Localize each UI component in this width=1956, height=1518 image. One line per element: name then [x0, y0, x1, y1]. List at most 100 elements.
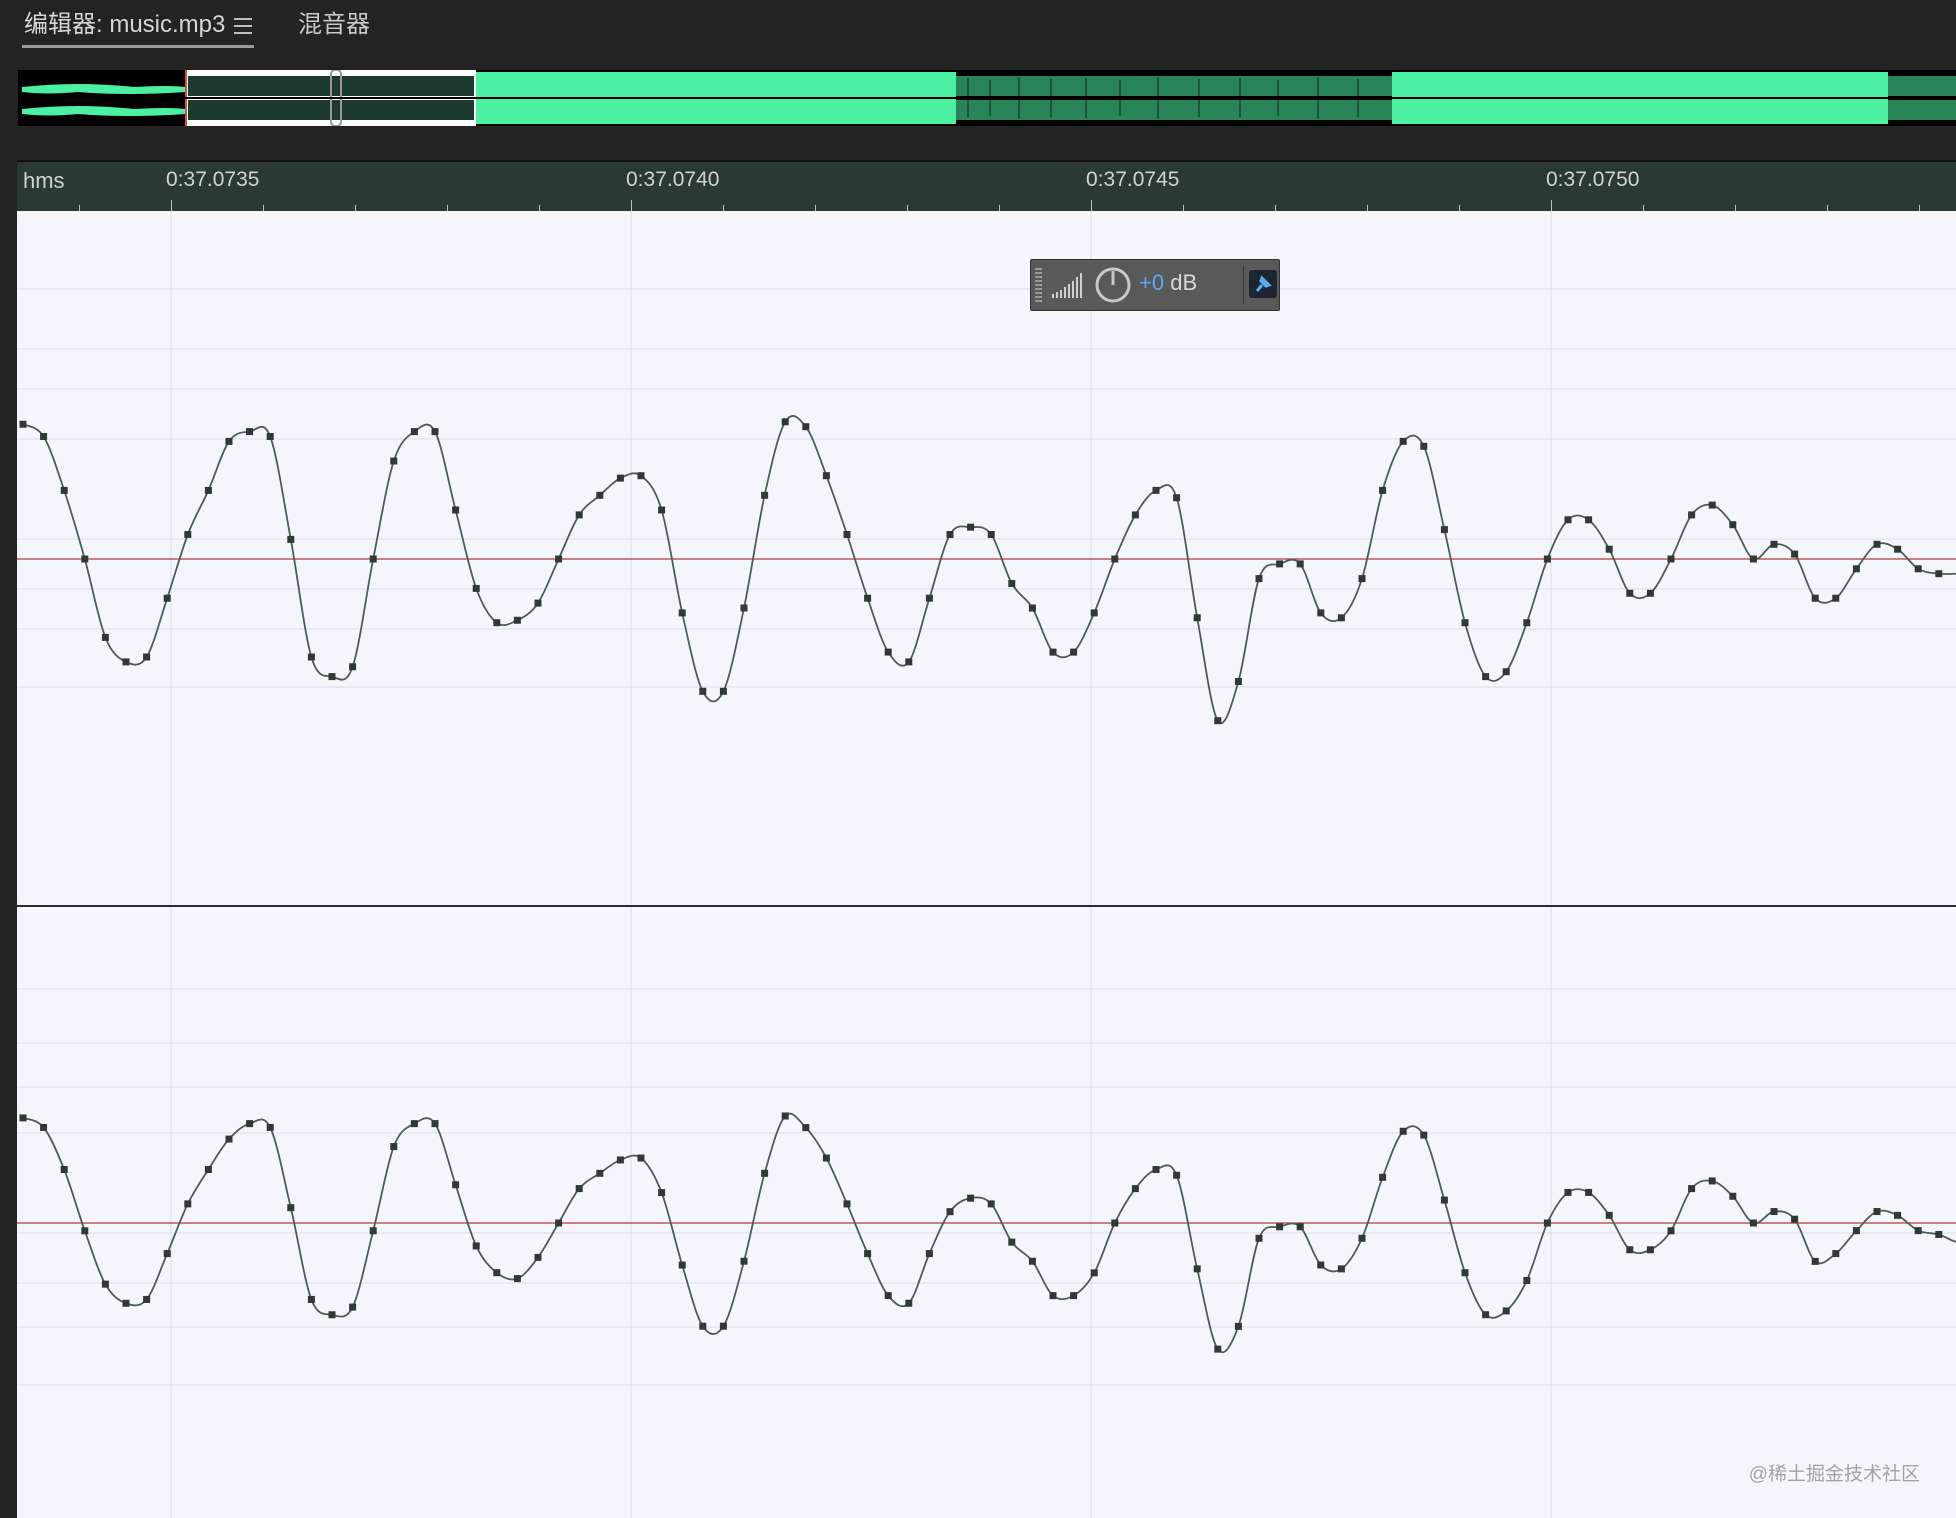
sample-point[interactable] [1214, 717, 1222, 725]
sample-point[interactable] [1605, 545, 1613, 553]
sample-point[interactable] [1791, 550, 1799, 558]
tab-mixer[interactable]: 混音器 [298, 8, 370, 42]
sample-point[interactable] [328, 673, 336, 681]
sample-point[interactable] [349, 1303, 357, 1311]
sample-point[interactable] [1214, 1345, 1222, 1353]
sample-point[interactable] [1111, 1219, 1119, 1227]
sample-point[interactable] [1914, 1227, 1922, 1235]
sample-point[interactable] [184, 1200, 192, 1208]
sample-point[interactable] [1749, 555, 1757, 563]
sample-point[interactable] [1852, 1227, 1860, 1235]
sample-point[interactable] [637, 472, 645, 480]
sample-point[interactable] [101, 633, 109, 641]
sample-point[interactable] [637, 1154, 645, 1162]
sample-point[interactable] [987, 531, 995, 538]
sample-point[interactable] [946, 531, 954, 538]
sample-point[interactable] [740, 1257, 748, 1265]
sample-point[interactable] [1379, 486, 1387, 494]
sample-point[interactable] [534, 599, 542, 607]
sample-point[interactable] [761, 491, 769, 499]
sample-point[interactable] [1873, 540, 1881, 548]
sample-point[interactable] [1131, 511, 1139, 519]
sample-point[interactable] [266, 1123, 274, 1131]
sample-point[interactable] [81, 1227, 89, 1235]
sample-point[interactable] [905, 1299, 913, 1307]
sample-point[interactable] [1440, 526, 1448, 534]
sample-point[interactable] [761, 1169, 769, 1177]
sample-point[interactable] [864, 594, 872, 602]
sample-point[interactable] [1296, 1223, 1304, 1231]
sample-point[interactable] [19, 1114, 27, 1122]
sample-point[interactable] [1894, 1211, 1902, 1219]
sample-point[interactable] [1564, 1188, 1572, 1196]
sample-point[interactable] [884, 1292, 892, 1300]
sample-point[interactable] [1152, 1165, 1160, 1173]
sample-point[interactable] [1379, 1173, 1387, 1181]
sample-point[interactable] [781, 1112, 789, 1120]
pin-hud-button[interactable] [1249, 270, 1277, 298]
sample-point[interactable] [1090, 1269, 1098, 1277]
sample-point[interactable] [19, 420, 27, 428]
sample-point[interactable] [719, 1322, 727, 1330]
sample-point[interactable] [822, 472, 830, 480]
sample-point[interactable] [1234, 1322, 1242, 1330]
sample-point[interactable] [843, 1200, 851, 1208]
sample-point[interactable] [1708, 501, 1716, 509]
sample-point[interactable] [369, 1227, 377, 1235]
sample-point[interactable] [1667, 1227, 1675, 1235]
sample-point[interactable] [864, 1250, 872, 1258]
sample-point[interactable] [1111, 555, 1119, 563]
sample-point[interactable] [1337, 614, 1345, 622]
sample-point[interactable] [719, 687, 727, 695]
sample-point[interactable] [1461, 619, 1469, 627]
sample-point[interactable] [575, 511, 583, 519]
sample-point[interactable] [1234, 678, 1242, 685]
sample-point[interactable] [1028, 604, 1036, 612]
sample-point[interactable] [410, 428, 418, 436]
gain-readout[interactable]: +0 dB [1139, 270, 1197, 296]
sample-point[interactable] [1770, 1208, 1778, 1216]
sample-point[interactable] [1193, 614, 1201, 622]
sample-point[interactable] [184, 531, 192, 538]
sample-point[interactable] [452, 506, 460, 514]
sample-point[interactable] [246, 1120, 254, 1128]
sample-point[interactable] [1008, 1238, 1016, 1246]
sample-point[interactable] [60, 486, 68, 494]
sample-point[interactable] [163, 594, 171, 602]
sample-point[interactable] [1482, 673, 1490, 681]
sample-point[interactable] [1193, 1265, 1201, 1273]
sample-point[interactable] [493, 1269, 501, 1277]
sample-point[interactable] [1049, 648, 1057, 656]
sample-point[interactable] [1440, 1196, 1448, 1204]
sample-point[interactable] [802, 423, 810, 431]
sample-point[interactable] [1399, 437, 1407, 445]
sample-point[interactable] [1646, 1246, 1654, 1254]
sample-point[interactable] [1276, 1223, 1284, 1231]
sample-point[interactable] [225, 1135, 233, 1143]
sample-point[interactable] [1255, 575, 1263, 583]
sample-point[interactable] [410, 1120, 418, 1128]
sample-point[interactable] [534, 1253, 542, 1261]
sample-point[interactable] [349, 663, 357, 671]
sample-point[interactable] [513, 1275, 521, 1283]
sample-point[interactable] [678, 609, 686, 617]
sample-point[interactable] [925, 594, 933, 602]
sample-point[interactable] [513, 616, 521, 624]
sample-point[interactable] [266, 433, 274, 440]
sample-point[interactable] [1935, 570, 1943, 578]
sample-point[interactable] [925, 1250, 933, 1258]
sample-point[interactable] [1667, 555, 1675, 563]
sample-point[interactable] [1688, 511, 1696, 519]
sample-point[interactable] [678, 1261, 686, 1269]
sample-point[interactable] [1420, 442, 1428, 450]
sample-point[interactable] [555, 1219, 563, 1227]
sample-point[interactable] [699, 687, 707, 695]
sample-point[interactable] [1255, 1234, 1263, 1242]
sample-point[interactable] [1070, 648, 1078, 656]
sample-point[interactable] [1852, 565, 1860, 573]
sample-point[interactable] [1729, 1192, 1737, 1200]
sample-point[interactable] [1894, 545, 1902, 553]
gain-knob-icon[interactable] [1093, 265, 1133, 305]
sample-point[interactable] [431, 1120, 439, 1128]
sample-point[interactable] [1749, 1219, 1757, 1227]
